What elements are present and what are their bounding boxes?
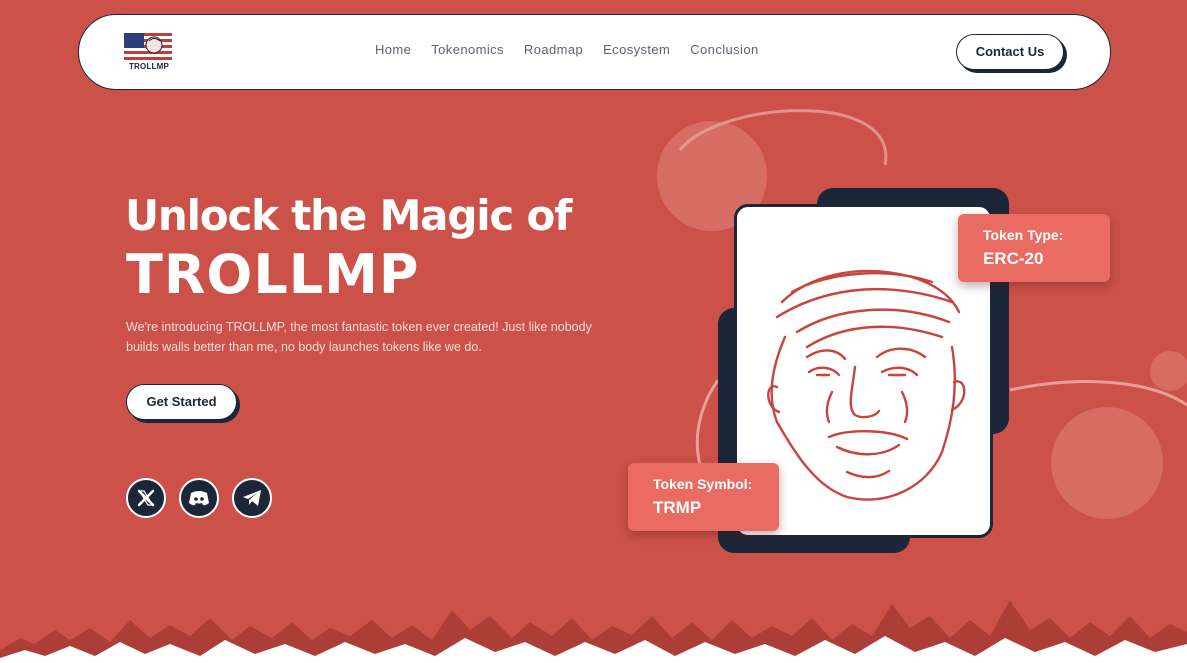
discord-icon [189,491,209,506]
social-links [126,478,285,518]
landing-page: TROLLMP Home Tokenomics Roadmap Ecosyste… [0,0,1187,663]
token-type-value: ERC-20 [983,249,1044,268]
telegram-icon [243,490,261,506]
nav-conclusion[interactable]: Conclusion [690,42,758,57]
torn-paper-decoration [0,600,1187,663]
hero-title-line2: TROLLMP [126,243,420,306]
token-type-tag: Token Type: ERC-20 [958,214,1110,282]
hero-description: We're introducing TROLLMP, the most fant… [126,320,592,354]
token-type-label: Token Type: [983,227,1064,243]
nav-links: Home Tokenomics Roadmap Ecosystem Conclu… [375,42,779,57]
telegram-link[interactable] [232,478,272,518]
discord-link[interactable] [179,478,219,518]
x-icon [137,489,155,507]
hero-title-line1: Unlock the Magic of [125,191,572,240]
nav-home[interactable]: Home [375,42,411,57]
get-started-button[interactable]: Get Started [126,384,237,420]
token-symbol-label: Token Symbol: [653,476,753,492]
nav-tokenomics[interactable]: Tokenomics [431,42,504,57]
contact-us-button[interactable]: Contact Us [956,34,1064,70]
nav-roadmap[interactable]: Roadmap [524,42,583,57]
token-symbol-tag: Token Symbol: TRMP [628,463,779,531]
logo-text: TROLLMP [128,62,170,71]
x-link[interactable] [126,478,166,518]
token-symbol-value: TRMP [653,498,702,517]
navbar: TROLLMP Home Tokenomics Roadmap Ecosyste… [78,14,1111,90]
nav-ecosystem[interactable]: Ecosystem [603,42,670,57]
